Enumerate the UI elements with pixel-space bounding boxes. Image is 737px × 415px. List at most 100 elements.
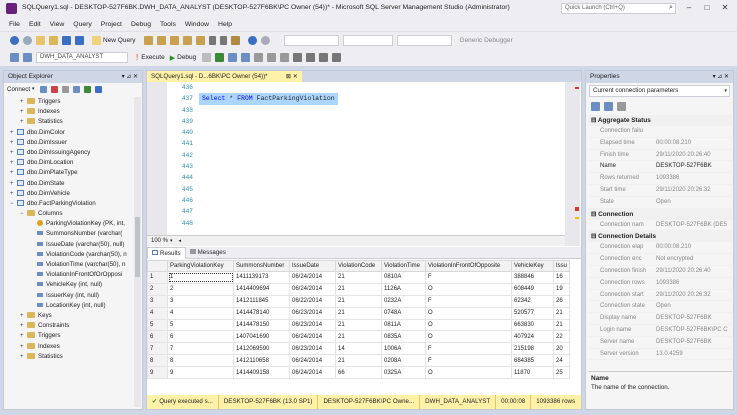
table-cell[interactable]: 19 [553,282,570,296]
table-cell[interactable]: 2 [167,282,234,296]
connect-dropdown-icon[interactable]: ▾ [32,86,35,92]
table-cell[interactable]: 62342 [511,294,554,308]
generic-debugger-button[interactable]: Generic Debugger [460,37,513,44]
property-row[interactable]: Server version 13.0.4259 [588,349,732,361]
column-header[interactable]: IssueDate [289,260,336,272]
row-number[interactable]: 1 [147,271,168,284]
parse-icon[interactable] [215,53,225,62]
expander-icon[interactable]: − [20,209,27,219]
tree-node[interactable]: + Indexes [4,342,142,352]
tree-node[interactable]: + Constraints [4,321,142,331]
column-header[interactable]: ViolationCode [335,260,382,272]
row-number[interactable]: 6 [147,330,168,344]
row-number[interactable]: 5 [147,318,168,332]
column-header[interactable]: Issu [553,260,570,272]
tree-node[interactable]: + Statistics [4,352,142,362]
table-cell[interactable]: 21 [335,354,382,368]
connect-icon[interactable] [39,85,47,93]
table-cell[interactable]: O [425,282,512,296]
collapse-icon[interactable]: ⊟ [591,117,598,124]
table-cell[interactable]: 608449 [511,282,554,296]
expander-icon[interactable]: + [10,148,17,158]
table-cell[interactable]: 1412110658 [233,354,290,368]
table-cell[interactable]: 0748A [381,306,426,320]
expander-icon[interactable]: + [10,189,17,199]
table-cell[interactable]: 06/22/2014 [289,294,336,308]
table-cell[interactable]: 1126A [381,282,426,296]
property-pages-icon[interactable] [617,101,626,111]
zoom-level[interactable]: 100 % [151,236,168,246]
close-button[interactable]: ✕ [718,2,732,14]
zoom-dropdown-icon[interactable]: ▾ [170,236,173,246]
tree-node[interactable]: + Statistics [4,117,142,127]
change-connection-icon[interactable] [10,53,19,62]
table-cell[interactable]: 06/24/2014 [289,330,336,344]
table-cell[interactable]: O [425,318,512,332]
new-query-icon[interactable] [92,36,101,45]
pin-icon[interactable]: ▾ ⊿ ✕ [122,71,138,83]
table-cell[interactable]: 06/24/2014 [289,366,336,380]
table-cell[interactable]: 520577 [511,306,554,320]
table-cell[interactable]: 14 [335,342,382,356]
table-cell[interactable]: 11870 [511,366,554,380]
tree-node[interactable]: + Indexes [4,107,142,117]
tree-node[interactable]: LocationKey (int, null) [4,301,142,311]
menu-debug[interactable]: Debug [131,21,151,28]
editor-scrollbar[interactable] [565,82,580,246]
menu-window[interactable]: Window [185,21,209,28]
table-cell[interactable]: 66 [335,366,382,380]
property-row[interactable]: Connection state Open [588,301,732,314]
property-row[interactable]: Connection rows 1093386 [588,278,732,290]
table-cell[interactable]: 684385 [511,354,554,368]
table-cell[interactable]: 0811A [381,318,426,332]
property-row[interactable]: Server name DESKTOP-527F6BK [588,337,732,349]
expander-icon[interactable]: + [10,138,17,148]
table-cell[interactable]: 06/23/2014 [289,342,336,356]
row-number[interactable]: 3 [147,294,168,308]
table-cell[interactable]: F [425,294,512,308]
available-databases-icon[interactable] [23,53,32,62]
tree-node[interactable]: + dbo.DimPlateType [4,168,142,178]
table-cell[interactable]: 1412069590 [233,342,290,356]
platform-combo[interactable] [342,35,393,46]
results-text-icon[interactable] [254,53,264,62]
tree-node[interactable]: − Columns [4,209,142,219]
new-query-button[interactable]: New Query [103,37,136,44]
table-cell[interactable]: 06/23/2014 [289,306,336,320]
tree-node[interactable]: + dbo.DimColor [4,128,142,138]
back-icon[interactable] [10,36,19,45]
tree-node[interactable]: VehicleKey (int, null) [4,280,142,290]
redo-icon[interactable] [260,36,270,45]
activity-monitor-icon[interactable] [94,85,102,93]
column-header[interactable]: ViolationTime [381,260,426,272]
column-header[interactable]: VehicleKey [511,260,554,272]
expander-icon[interactable]: + [20,97,27,107]
column-header[interactable]: ViolationInFrontOfOpposite [425,260,512,272]
save-icon[interactable] [62,36,71,45]
table-cell[interactable]: F [425,271,512,284]
scrollbar-thumb[interactable] [135,217,140,277]
debug-icon[interactable]: ▶ [170,54,175,62]
menu-tools[interactable]: Tools [160,21,176,28]
tree-node[interactable]: ViolationCode (varchar(50), n [4,250,142,260]
menu-query[interactable]: Query [73,21,92,28]
table-cell[interactable]: 6 [167,330,234,344]
results-grid-icon[interactable] [267,53,277,62]
xmla-icon[interactable] [182,36,192,45]
uncomment-icon[interactable] [306,53,316,62]
table-cell[interactable]: 20 [553,342,570,356]
tree-node[interactable]: ViolationInFrontOfOrOpposi [4,270,142,280]
property-row[interactable]: Login name DESKTOP-527F6BK\PC C [588,325,732,337]
table-cell[interactable]: 06/24/2014 [289,282,336,296]
row-number[interactable]: 4 [147,306,168,320]
table-cell[interactable]: 4 [167,306,234,320]
property-category[interactable]: ⊟ Connection Details [588,231,732,243]
new-file-icon[interactable] [36,36,45,45]
property-row[interactable]: Name DESKTOP-527F6BK [588,161,732,174]
table-cell[interactable]: 1 [167,271,234,284]
table-cell[interactable]: 0325A [381,366,426,380]
table-cell[interactable]: 0208A [381,354,426,368]
property-row[interactable]: Display name DESKTOP-527F6BK [588,313,732,325]
property-row[interactable]: State Open [588,197,732,209]
property-row[interactable]: Connection elap 00:00:08.210 [588,242,732,255]
